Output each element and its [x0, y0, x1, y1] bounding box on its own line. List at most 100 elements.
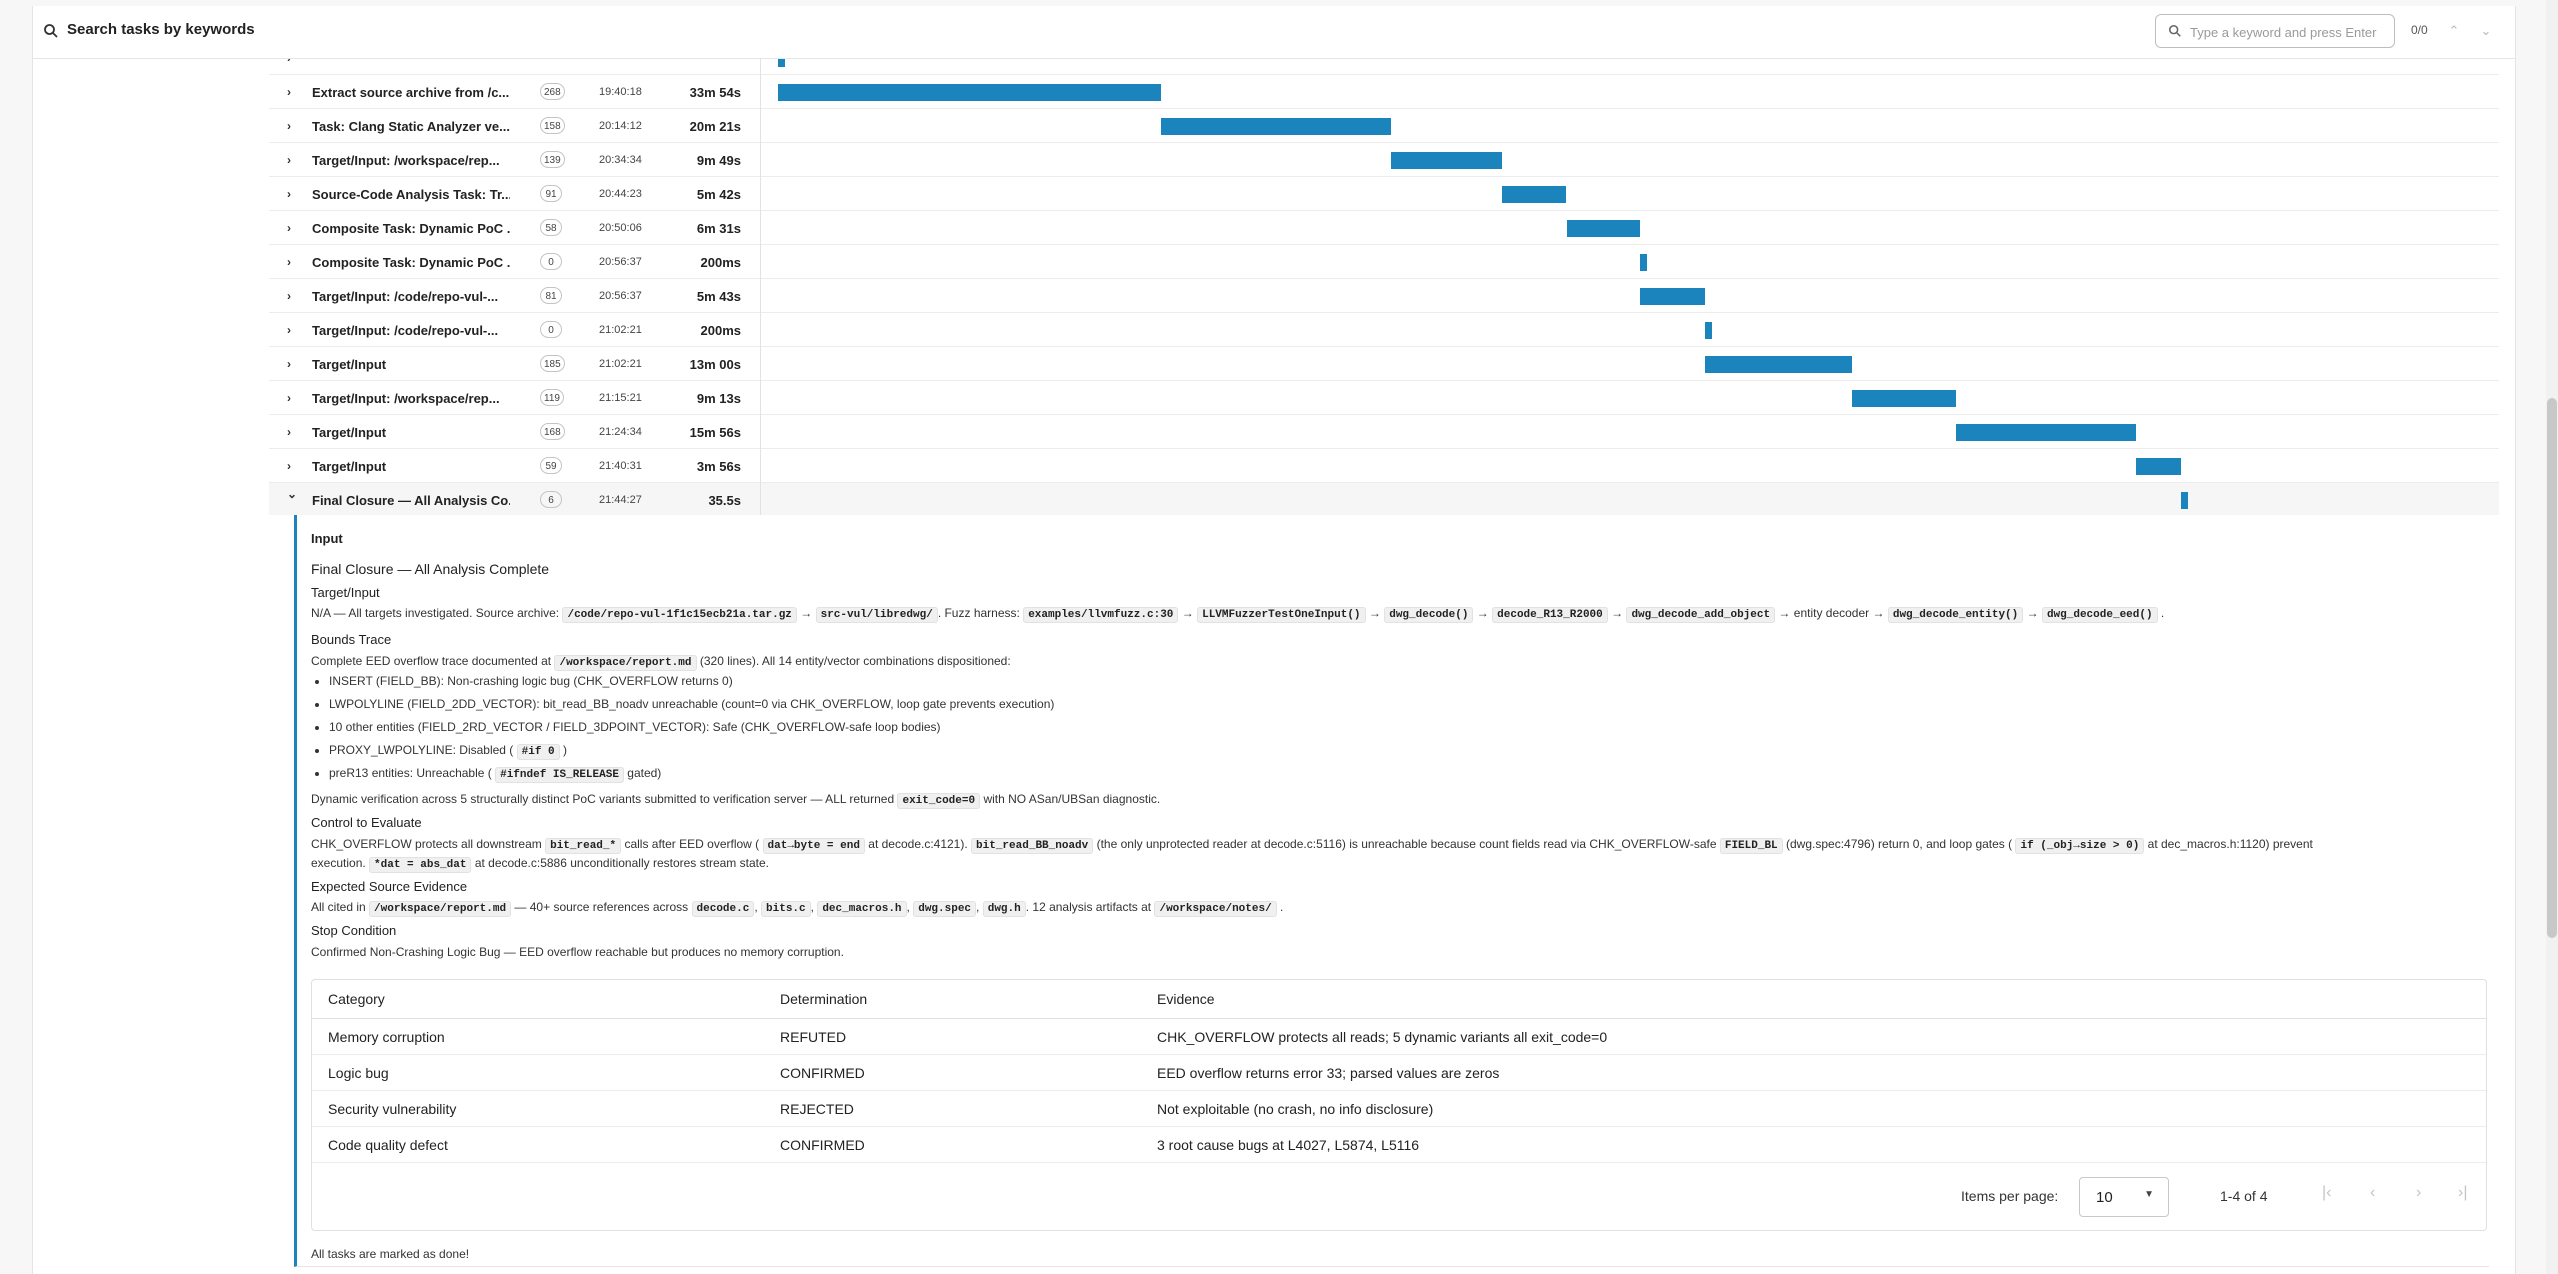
task-row[interactable]: › Composite Task: Dynamic PoC ... 58 20:50:…	[269, 211, 2499, 245]
task-name: Target/Input: /code/repo-vul-...	[312, 323, 499, 338]
gantt-bar[interactable]	[1501, 186, 1567, 203]
chevron-right-icon[interactable]: ›	[287, 187, 291, 201]
table-cell: CONFIRMED	[764, 1126, 1141, 1163]
evidence-heading: Expected Source Evidence	[311, 879, 468, 894]
duration: 3m 56s	[696, 459, 741, 474]
gantt-bar[interactable]	[1640, 288, 1705, 305]
start-time: 21:02:21	[599, 324, 642, 336]
task-row[interactable]: › Target/Input 59 21:40:31 3m 56s	[269, 449, 2499, 483]
start-time: 20:56:37	[599, 290, 642, 302]
gantt-divider	[760, 245, 761, 279]
task-row[interactable]: ⌄ Final Closure — All Analysis Co... 6 21:4…	[269, 483, 2499, 517]
control-line: CHK_OVERFLOW protects all downstream bit…	[311, 837, 2313, 854]
chevron-down-icon[interactable]: ⌄	[287, 487, 297, 501]
next-page-button[interactable]: ›	[2416, 1184, 2421, 1202]
gantt-bar[interactable]	[1391, 152, 1503, 169]
start-time: 20:14:12	[599, 120, 642, 132]
gantt-bar[interactable]	[1704, 322, 1712, 339]
task-name: Composite Task: Dynamic PoC ...	[312, 255, 510, 270]
task-name: Target/Input	[312, 459, 387, 474]
gantt-divider	[760, 347, 761, 381]
chevron-right-icon[interactable]: ›	[287, 153, 291, 167]
gantt-bar[interactable]	[1704, 356, 1852, 373]
chevron-right-icon[interactable]: ›	[287, 85, 291, 99]
task-row[interactable]: › Target/Input: /workspace/rep... 119 21:15…	[269, 381, 2499, 415]
task-row[interactable]: › Task: Clang Static Analyzer ve... 158 20:…	[269, 109, 2499, 143]
gantt-bar[interactable]	[1640, 254, 1648, 271]
chevron-right-icon[interactable]: ›	[287, 255, 291, 269]
gantt-divider	[760, 109, 761, 143]
gantt-bar[interactable]	[1566, 220, 1641, 237]
last-page-button[interactable]: ›|	[2458, 1184, 2467, 1202]
gantt-bar[interactable]	[2136, 458, 2181, 475]
subtask-count-badge: 268	[540, 83, 565, 100]
keyword-search-box[interactable]	[2155, 14, 2395, 48]
previous-page-button[interactable]: ‹	[2370, 1184, 2375, 1202]
task-detail-panel: Input Final Closure — All Analysis Compl…	[269, 515, 2499, 1274]
gantt-bar[interactable]	[1956, 424, 2136, 441]
chevron-right-icon[interactable]: ›	[287, 391, 291, 405]
first-page-button[interactable]: |‹	[2322, 1184, 2331, 1202]
gantt-divider	[760, 177, 761, 211]
gantt-divider	[760, 449, 761, 483]
task-name: Extract source archive from /c...	[312, 85, 510, 100]
task-row[interactable]: › Target/Input: /code/repo-vul-... 0 21:02:…	[269, 313, 2499, 347]
chevron-right-icon[interactable]: ›	[287, 425, 291, 439]
next-match-button[interactable]: ⌄	[2473, 18, 2499, 44]
list-item: preR13 entities: Unreachable ( #ifndef I…	[329, 762, 1054, 785]
all-done-message: All tasks are marked as done!	[311, 1247, 470, 1261]
search-bar: Search tasks by keywords 0/0 ⌃ ⌄	[33, 6, 2515, 59]
subtask-count-badge: 0	[540, 321, 562, 338]
previous-match-button[interactable]: ⌃	[2441, 18, 2467, 44]
items-per-page-select[interactable]: 10 ▼	[2079, 1177, 2169, 1217]
task-row[interactable]: › Target/Input: /code/repo-vul-... 81 20:56…	[269, 279, 2499, 313]
table-cell: Not exploitable (no crash, no info discl…	[1141, 1090, 2486, 1127]
start-time: 19:40:18	[599, 86, 642, 98]
duration: 33m 54s	[689, 85, 741, 100]
gantt-bar[interactable]	[1851, 390, 1957, 407]
gantt-divider	[760, 483, 761, 517]
task-row[interactable]: › Composite Task: Dynamic PoC ... 0 20:56:3…	[269, 245, 2499, 279]
subtask-count-badge: 185	[540, 355, 565, 372]
gantt-divider	[760, 279, 761, 313]
gantt-divider	[760, 143, 761, 177]
task-name: Target/Input: /code/repo-vul-...	[312, 289, 499, 304]
task-row[interactable]: › Target/Input 185 21:02:21 13m 00s	[269, 347, 2499, 381]
task-row[interactable]: › Source-Code Analysis Task: Tr... 91 20:44…	[269, 177, 2499, 211]
subtask-count-badge: 0	[540, 253, 562, 270]
stop-heading: Stop Condition	[311, 923, 397, 938]
gantt-divider	[760, 75, 761, 109]
task-name: Source-Code Analysis Task: Tr...	[312, 187, 510, 202]
subtask-count-badge: 6	[540, 491, 562, 508]
chevron-right-icon[interactable]: ›	[287, 357, 291, 371]
chevron-right-icon[interactable]: ›	[287, 119, 291, 133]
task-row[interactable]: › Target/Input 168 21:24:34 15m 56s	[269, 415, 2499, 449]
subtask-count-badge: 158	[540, 117, 565, 134]
start-time: 21:40:31	[599, 460, 642, 472]
gantt-divider	[760, 211, 761, 245]
chevron-right-icon[interactable]: ›	[287, 289, 291, 303]
list-item: 10 other entities (FIELD_2RD_VECTOR / FI…	[329, 716, 1054, 739]
gantt-bar[interactable]	[1161, 118, 1391, 135]
chevron-right-icon[interactable]: ›	[287, 323, 291, 337]
table-row: Security vulnerability REJECTED Not exploi…	[312, 1090, 2486, 1127]
gantt-bar[interactable]	[2180, 492, 2188, 509]
task-row[interactable]: › Extract source archive from /c... 268 19:…	[269, 75, 2499, 109]
start-time: 21:15:21	[599, 392, 642, 404]
task-title: Final Closure — All Analysis Complete	[311, 561, 550, 577]
task-name: Target/Input: /workspace/rep...	[312, 153, 500, 168]
gantt-divider	[760, 381, 761, 415]
table-row: Memory corruption REFUTED CHK_OVERFLOW pro…	[312, 1018, 2486, 1055]
scrollbar-thumb[interactable]	[2547, 398, 2557, 938]
chevron-right-icon[interactable]: ›	[287, 459, 291, 473]
table-cell: 3 root cause bugs at L4027, L5874, L5116	[1141, 1126, 2486, 1163]
keyword-search-input[interactable]	[2188, 21, 2392, 43]
task-row[interactable]: › Target/Input: /workspace/rep... 139 20:34…	[269, 143, 2499, 177]
subtask-count-badge: 119	[540, 389, 564, 406]
duration: 13m 00s	[689, 357, 741, 372]
table-cell: CHK_OVERFLOW protects all reads; 5 dynam…	[1141, 1018, 2486, 1055]
chevron-right-icon[interactable]: ›	[287, 221, 291, 235]
gantt-bar[interactable]	[778, 84, 1161, 101]
duration: 5m 42s	[696, 187, 741, 202]
subtask-count-badge: 59	[540, 457, 562, 474]
